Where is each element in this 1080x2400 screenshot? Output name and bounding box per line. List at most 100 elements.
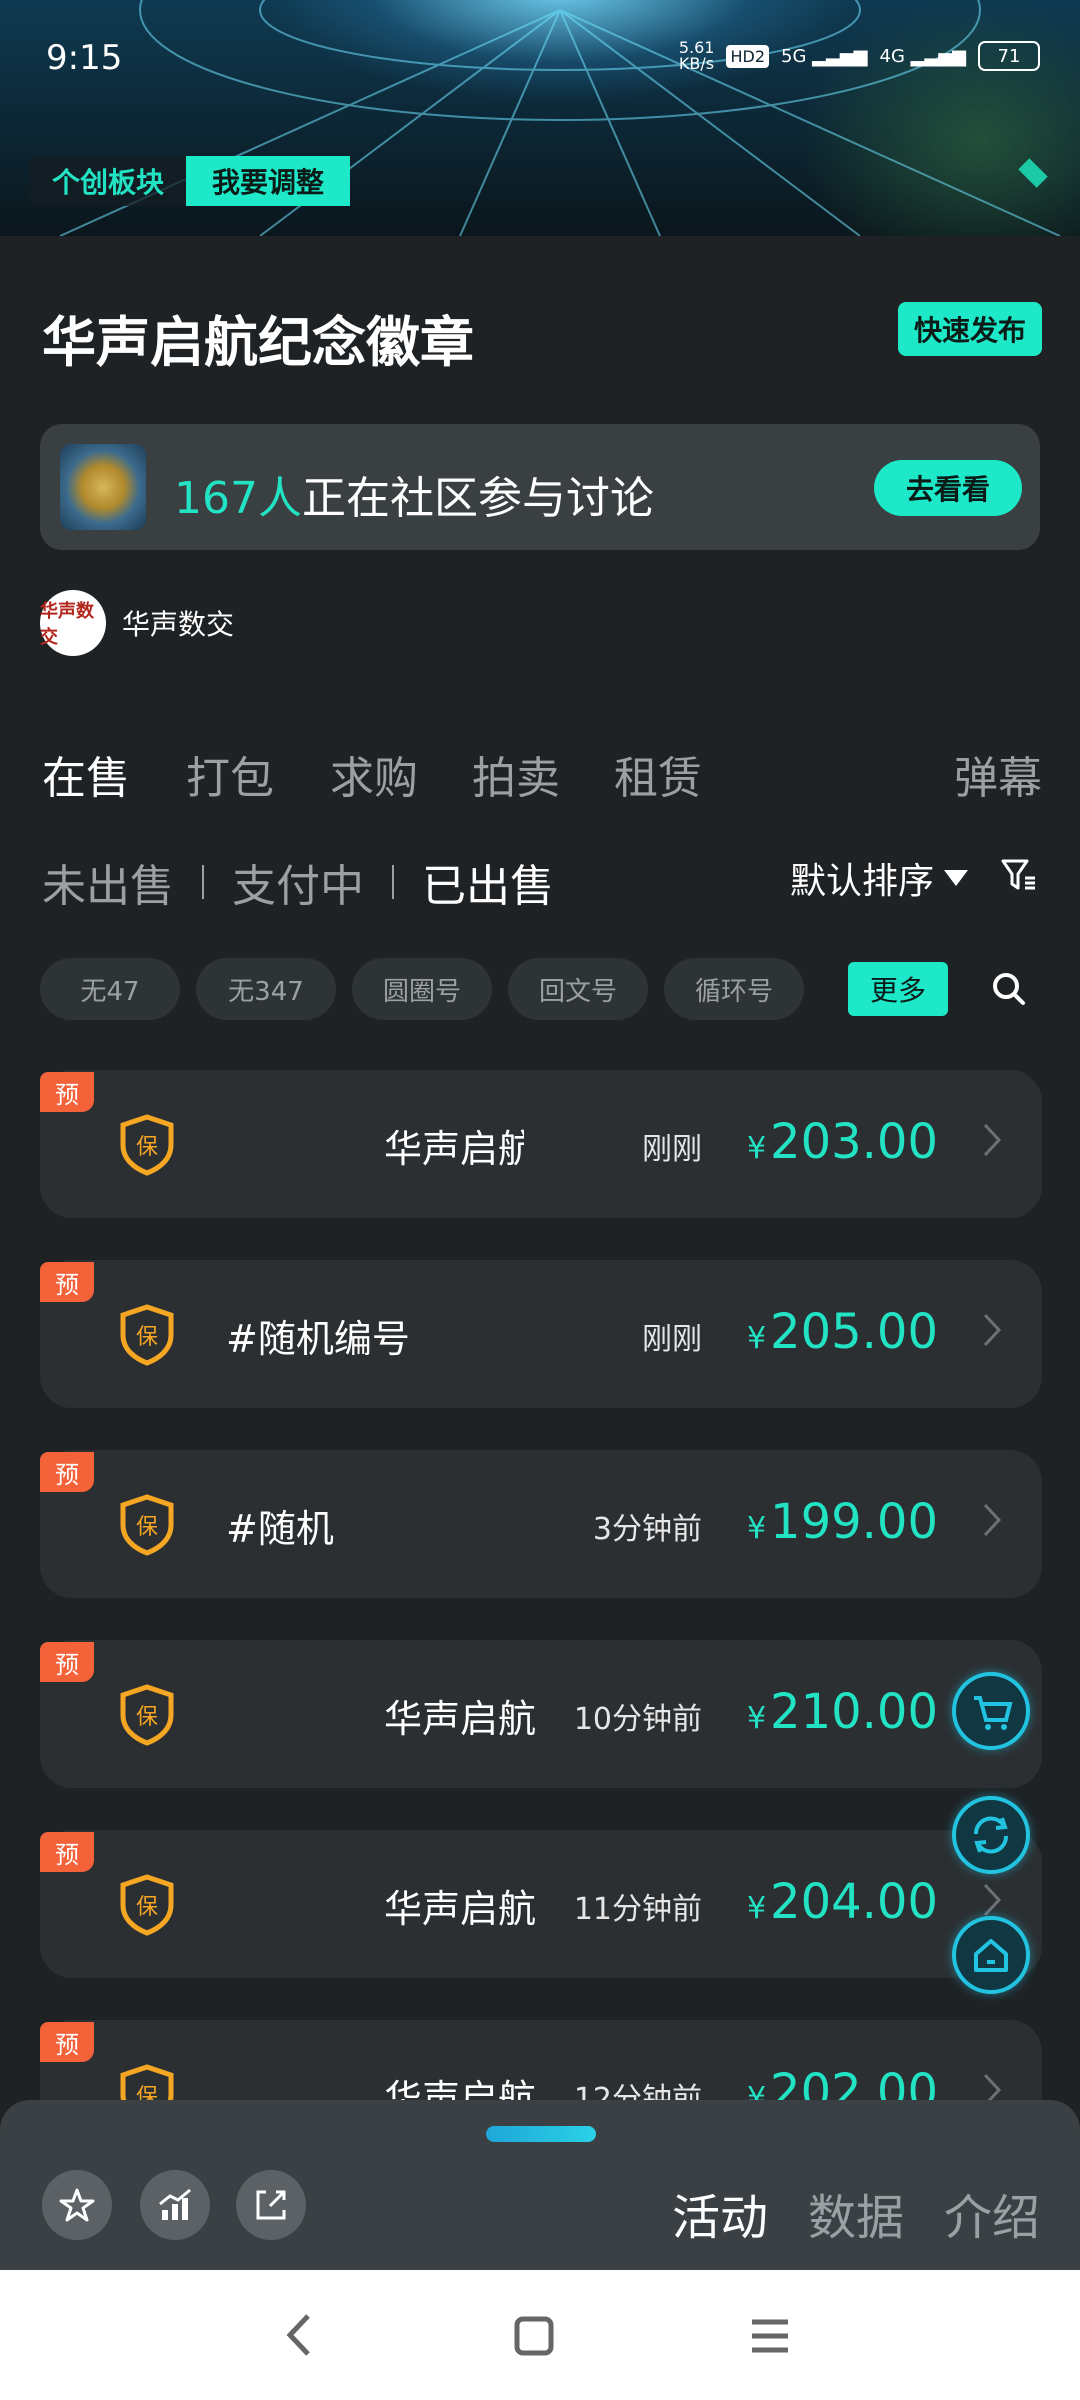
listing-price: ¥204.00	[747, 1874, 938, 1930]
listing-row[interactable]: 预 保 #随机 3分钟前 ¥199.00	[40, 1450, 1042, 1598]
battery-level: 71	[997, 45, 1021, 67]
trend-chart-icon	[159, 2188, 191, 2220]
menu-icon[interactable]	[748, 2314, 792, 2358]
tab-buy-request[interactable]: 求购	[330, 742, 418, 806]
system-nav-bar	[0, 2270, 1080, 2400]
filter-unsold[interactable]: 未出售	[42, 850, 174, 914]
listing-price: ¥210.00	[747, 1684, 938, 1740]
community-banner[interactable]: 167人正在社区参与讨论 去看看	[40, 424, 1040, 550]
listing-row[interactable]: 预 保 华声启航 10分钟前 ¥210.00	[40, 1640, 1042, 1788]
refresh-icon	[973, 1816, 1009, 1854]
page-title: 华声启航纪念徽章	[42, 311, 474, 374]
listing-price: ¥203.00	[747, 1114, 938, 1170]
community-label: 正在社区参与讨论	[301, 473, 654, 524]
sort-label: 默认排序	[790, 861, 935, 902]
net-label-4g: 4G	[879, 45, 905, 67]
listing-price: ¥205.00	[747, 1304, 938, 1360]
price-value: 205.00	[770, 1304, 938, 1360]
bottom-tabs: 活动 数据 介绍	[672, 2178, 1040, 2248]
tag-chip[interactable]: 圆圈号	[352, 958, 492, 1020]
hd-icon: HD2	[726, 44, 769, 68]
issuer-name: 华声数交	[122, 608, 235, 641]
chevron-right-icon	[983, 1313, 1002, 1347]
refresh-fab[interactable]	[952, 1796, 1030, 1874]
issuer-logo-text: 华声数交	[40, 601, 94, 648]
currency-symbol: ¥	[746, 1891, 767, 1926]
tab-intro[interactable]: 介绍	[944, 2178, 1040, 2248]
home-nav-icon[interactable]	[512, 2314, 556, 2358]
shield-label: 保	[136, 1705, 158, 1730]
tag-chip[interactable]: 循环号	[664, 958, 804, 1020]
divider	[202, 865, 204, 899]
hero-banner: 9:15 5.61 KB/s HD2 5G ▂▃▅▆ 4G ▂▃▅▆ 71 个创…	[0, 0, 1080, 236]
price-value: 210.00	[770, 1684, 938, 1740]
badge-thumbnail	[60, 444, 146, 530]
tag-chip[interactable]: 回文号	[508, 958, 648, 1020]
listing-row[interactable]: 预 保 华声启航 刚刚 ¥203.00	[40, 1070, 1042, 1218]
presale-badge: 预	[40, 1832, 94, 1872]
listing-time: 11分钟前	[573, 1892, 702, 1927]
home-fab[interactable]	[952, 1916, 1030, 1994]
tab-auction[interactable]: 拍卖	[472, 742, 560, 806]
tab-data[interactable]: 数据	[808, 2178, 904, 2248]
issuer[interactable]: 华声数交 华声数交	[40, 590, 234, 656]
sort-dropdown[interactable]: 默认排序	[790, 852, 969, 904]
chevron-right-icon	[983, 1883, 1002, 1917]
listing-time: 3分钟前	[592, 1512, 702, 1547]
tab-on-sale[interactable]: 在售	[42, 742, 130, 806]
net-label-5g: 5G	[781, 45, 807, 67]
signal-5g-icon: 5G ▂▃▅▆	[781, 45, 868, 67]
presale-badge: 预	[40, 1452, 94, 1492]
cart-fab[interactable]	[952, 1672, 1030, 1750]
more-tags-button[interactable]: 更多	[848, 962, 948, 1016]
shield-label: 保	[136, 1325, 158, 1350]
tab-bundle[interactable]: 打包	[186, 742, 274, 806]
favorite-button[interactable]	[42, 2170, 112, 2240]
danmu-toggle[interactable]: 弹幕	[954, 742, 1042, 806]
shield-label: 保	[136, 1515, 158, 1540]
listing-time: 10分钟前	[573, 1702, 702, 1737]
guarantee-shield-icon: 保	[120, 1684, 174, 1746]
system-icons: 5.61 KB/s HD2 5G ▂▃▅▆ 4G ▂▃▅▆ 71	[679, 40, 1040, 72]
listing-name: #随机	[226, 1507, 334, 1551]
guarantee-shield-icon: 保	[120, 1874, 174, 1936]
currency-symbol: ¥	[746, 1511, 767, 1546]
tag-chip[interactable]: 无47	[40, 958, 180, 1020]
back-icon[interactable]	[280, 2310, 320, 2360]
chart-button[interactable]	[140, 2170, 210, 2240]
tag-chip[interactable]: 无347	[196, 958, 336, 1020]
caret-down-icon	[944, 870, 969, 886]
quick-publish-button[interactable]: 快速发布	[897, 302, 1042, 356]
listing-name: 华声启航	[384, 1697, 537, 1741]
status-filter: 未出售 支付中 已出售	[42, 850, 554, 914]
block-chip[interactable]: 个创板块	[30, 156, 187, 206]
issuer-logo: 华声数交	[40, 590, 106, 656]
search-icon[interactable]	[992, 972, 1026, 1006]
presale-badge: 预	[40, 1642, 94, 1682]
currency-symbol: ¥	[746, 1321, 767, 1356]
home-icon	[974, 1939, 1008, 1972]
guarantee-shield-icon: 保	[120, 1304, 174, 1366]
currency-symbol: ¥	[746, 1701, 767, 1736]
listing-row[interactable]: 预 保 华声启航 11分钟前 ¥204.00	[40, 1830, 1042, 1978]
drag-handle[interactable]	[486, 2126, 596, 2142]
star-icon	[59, 2188, 95, 2222]
market-tabs: 在售 打包 求购 拍卖 租赁 弹幕	[42, 742, 1042, 804]
go-see-button[interactable]: 去看看	[873, 460, 1022, 516]
tab-activity[interactable]: 活动	[672, 2178, 768, 2248]
tag-filters: 无47 无347 圆圈号 回文号 循环号	[40, 958, 804, 1020]
bottom-panel: 活动 数据 介绍	[0, 2100, 1080, 2270]
hero-chips: 个创板块 我要调整	[30, 156, 351, 206]
battery-icon: 71	[978, 41, 1040, 71]
tab-rental[interactable]: 租赁	[614, 742, 702, 806]
adjust-button[interactable]: 我要调整	[186, 156, 351, 206]
price-value: 203.00	[770, 1114, 938, 1170]
price-value: 204.00	[770, 1874, 938, 1930]
share-button[interactable]	[236, 2170, 306, 2240]
filter-sold[interactable]: 已出售	[422, 850, 554, 914]
listing-name: #随机编号	[226, 1317, 410, 1361]
presale-badge: 预	[40, 1072, 94, 1112]
filter-icon[interactable]	[1000, 856, 1038, 894]
filter-paying[interactable]: 支付中	[232, 850, 364, 914]
listing-row[interactable]: 预 保 #随机编号 刚刚 ¥205.00	[40, 1260, 1042, 1408]
